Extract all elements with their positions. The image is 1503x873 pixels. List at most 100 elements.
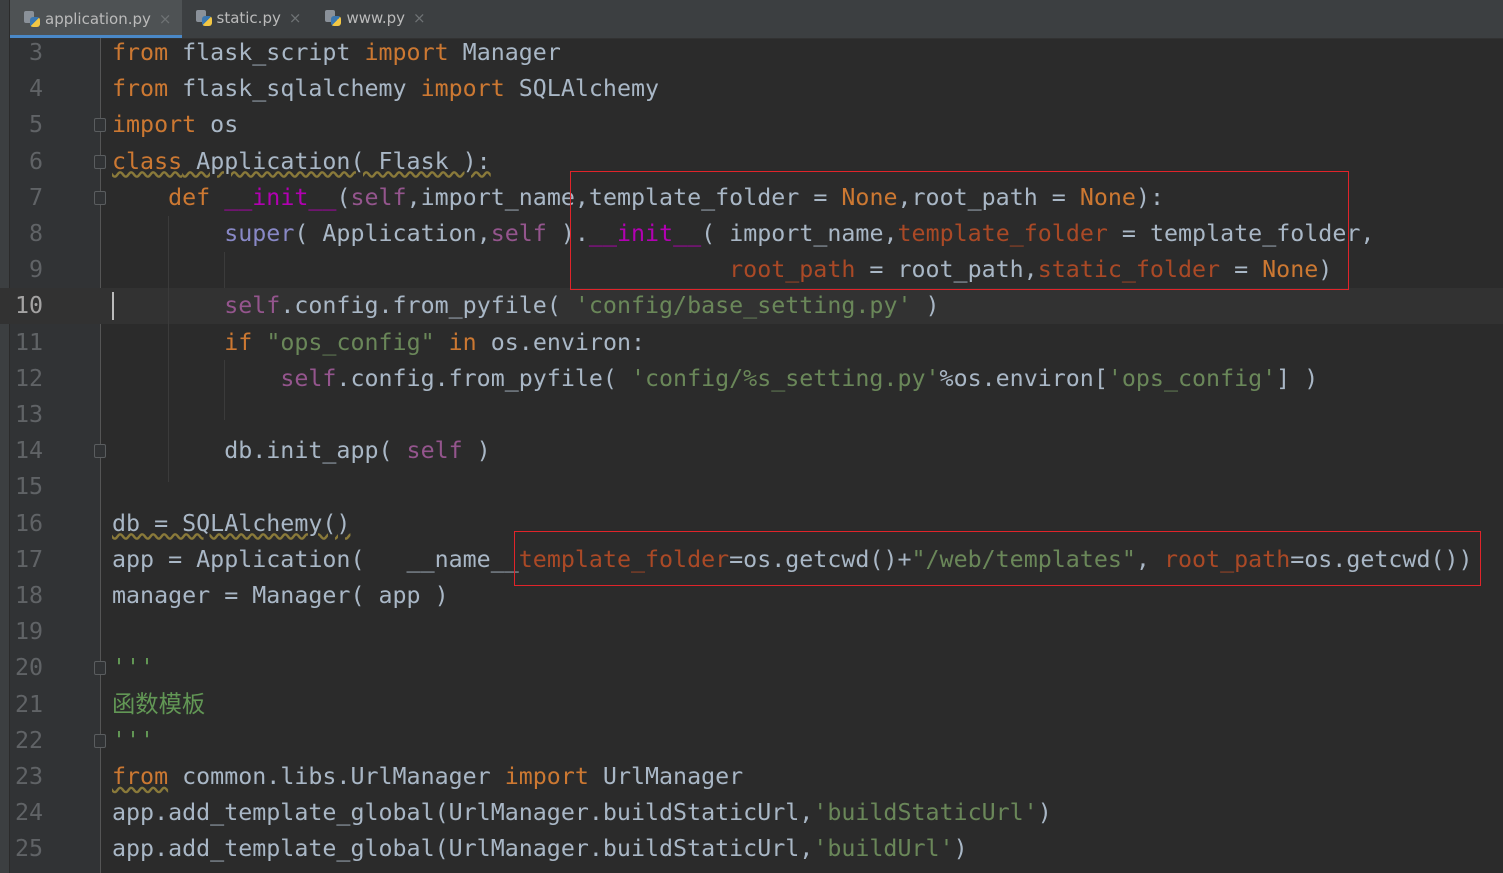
line-number: 16: [14, 509, 43, 537]
code-text: import os: [112, 107, 238, 143]
code-text: 函数模板: [112, 687, 205, 723]
line-number: 22: [14, 726, 43, 754]
code-token: self: [280, 364, 337, 392]
code-token: ''': [112, 654, 155, 682]
code-token: (: [336, 183, 351, 211]
code-text: if "ops_config" in os.environ:: [112, 325, 645, 361]
line-number: 8: [28, 220, 43, 247]
code-line[interactable]: 10 self.config.from_pyfile( 'config/base…: [0, 288, 1503, 325]
code-token: 'buildUrl': [813, 835, 954, 863]
line-number: 10: [14, 292, 43, 320]
code-token: app.add_template_global(UrlManager.build…: [112, 799, 814, 827]
line-number: 23: [14, 763, 43, 790]
code-line[interactable]: 25 app.add_template_global(UrlManager.bui…: [0, 831, 1503, 867]
fold-marker-icon[interactable]: [94, 191, 106, 205]
code-token: ): [911, 292, 940, 320]
code-token: __init__: [224, 183, 337, 211]
tab-www-py[interactable]: www.py ×: [311, 0, 435, 36]
python-file-icon: [195, 10, 212, 26]
code-line[interactable]: 3 from flask_script import Manager: [0, 35, 1503, 71]
code-line[interactable]: 11 if "ops_config" in os.environ:: [0, 325, 1503, 361]
code-token: manager = Manager( app ): [112, 582, 449, 609]
fold-marker-icon[interactable]: [94, 118, 106, 132]
code-line[interactable]: 13: [0, 397, 1503, 433]
line-number: 24: [14, 799, 43, 827]
line-number: 19: [14, 618, 43, 646]
python-file-icon: [24, 10, 40, 27]
line-number: 11: [14, 328, 43, 356]
code-token: "ops_config": [266, 328, 435, 356]
code-token: flask_sqlalchemy: [168, 75, 421, 103]
code-line[interactable]: 15: [0, 469, 1503, 505]
fold-marker-icon[interactable]: [94, 444, 106, 458]
code-token: self: [224, 292, 281, 320]
fold-marker-icon[interactable]: [94, 155, 106, 169]
highlight-box: [570, 171, 1349, 290]
code-token: app = Application( __name__: [112, 545, 519, 573]
tab-label: www.py: [346, 9, 406, 27]
code-token: super: [224, 220, 295, 247]
code-line[interactable]: 12 self.config.from_pyfile( 'config/%s_s…: [0, 361, 1503, 397]
line-number: 21: [14, 690, 43, 718]
line-number: 14: [14, 437, 43, 465]
code-token: 函数模板: [112, 690, 206, 718]
code-token: SQLAlchemy: [504, 75, 660, 103]
fold-marker-icon[interactable]: [94, 661, 106, 675]
code-token: 'config/base_setting.py': [574, 292, 912, 320]
code-token: ): [462, 437, 491, 465]
close-icon[interactable]: ×: [413, 9, 426, 27]
tab-application-py[interactable]: application.py ×: [10, 0, 182, 38]
code-text: app.add_template_global(UrlManager.build…: [112, 795, 1052, 831]
line-number: 6: [28, 147, 43, 175]
fold-marker-icon[interactable]: [94, 734, 106, 748]
code-token: self: [350, 183, 407, 211]
line-number: 5: [28, 111, 43, 139]
code-line[interactable]: 24 app.add_template_global(UrlManager.bui…: [0, 795, 1503, 831]
tab-label: static.py: [216, 9, 281, 27]
code-text: from flask_sqlalchemy import SQLAlchemy: [112, 71, 659, 107]
line-number: 13: [14, 401, 43, 428]
code-token: .config.from_pyfile(: [280, 292, 575, 320]
code-token: def: [168, 183, 211, 211]
code-token: self: [406, 437, 463, 465]
code-line[interactable]: 4 from flask_sqlalchemy import SQLAlchemy: [0, 71, 1503, 107]
tab-label: application.py: [45, 9, 151, 28]
code-token: os.environ:: [476, 328, 646, 356]
indent-guide: [224, 360, 225, 420]
close-icon[interactable]: ×: [159, 10, 172, 28]
code-text: class Application( Flask ):: [112, 144, 491, 180]
code-token: os: [196, 111, 239, 139]
code-token: ( Application,: [294, 220, 491, 247]
code-line[interactable]: 5 import os: [0, 107, 1503, 143]
code-token: 'config/%s_setting.py': [630, 364, 940, 392]
line-number: 3: [28, 39, 43, 66]
code-token: import: [504, 763, 589, 790]
code-token: ): [1037, 799, 1052, 827]
code-token: from: [112, 763, 169, 790]
code-line[interactable]: 22 ''': [0, 723, 1503, 759]
code-token: app.add_template_global(UrlManager.build…: [112, 835, 814, 863]
code-line[interactable]: 23 from common.libs.UrlManager import Url…: [0, 759, 1503, 795]
code-token: Application( Flask ):: [182, 147, 491, 175]
code-line[interactable]: 19: [0, 614, 1503, 650]
code-text: ''': [112, 650, 154, 686]
code-token: 'buildStaticUrl': [813, 799, 1038, 827]
code-token: db = SQLAlchemy(): [112, 509, 351, 537]
highlight-box: [514, 531, 1481, 586]
indent-guide: [224, 252, 225, 288]
code-line[interactable]: 21 函数模板: [0, 687, 1503, 723]
line-number: 15: [14, 473, 43, 501]
code-token: db.init_app(: [112, 437, 407, 465]
code-line[interactable]: 20 ''': [0, 650, 1503, 686]
tab-static-py[interactable]: static.py ×: [182, 0, 312, 36]
code-token: ): [953, 835, 968, 863]
code-line[interactable]: 14 db.init_app( self ): [0, 433, 1503, 469]
line-number: 25: [14, 835, 43, 863]
code-token: common.libs.UrlManager: [168, 763, 505, 790]
code-token: in: [448, 328, 477, 356]
indent-guide: [168, 216, 169, 482]
close-icon[interactable]: ×: [289, 9, 302, 27]
line-number: 12: [14, 364, 43, 392]
